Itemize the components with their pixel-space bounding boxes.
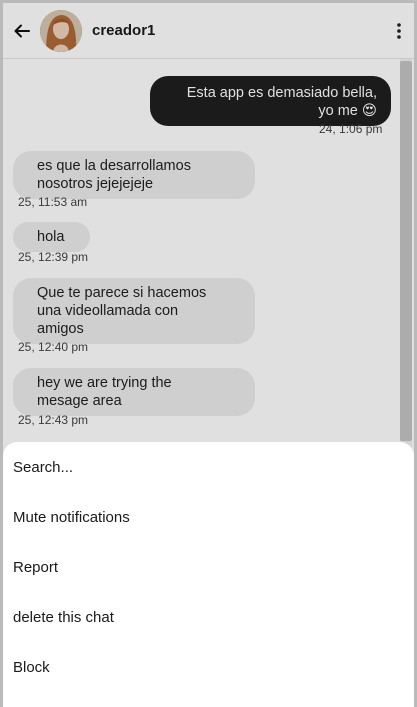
menu-item-search[interactable]: Search... [3, 442, 414, 492]
options-sheet: Search... Mute notifications Report dele… [3, 442, 414, 707]
menu-item-block[interactable]: Block [3, 642, 414, 692]
menu-item-delete-chat[interactable]: delete this chat [3, 592, 414, 642]
menu-item-mute-notifications[interactable]: Mute notifications [3, 492, 414, 542]
menu-item-report[interactable]: Report [3, 542, 414, 592]
